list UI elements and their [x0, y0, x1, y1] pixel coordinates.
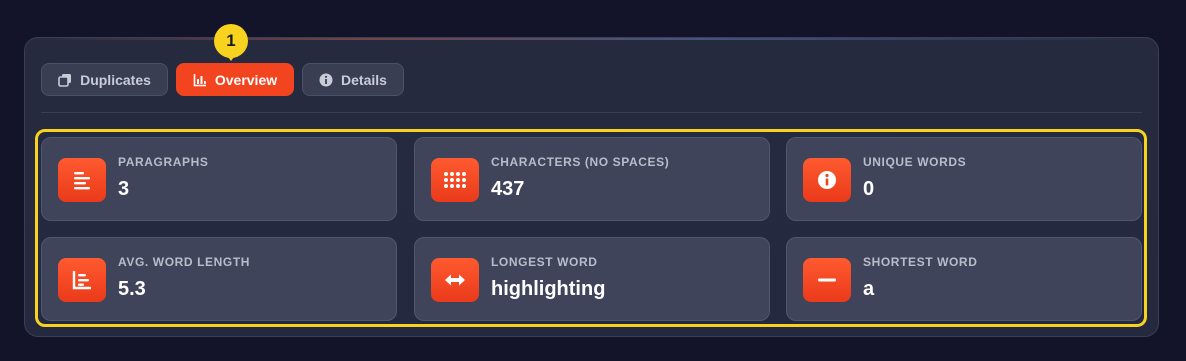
tab-details[interactable]: Details [302, 63, 404, 96]
tab-duplicates[interactable]: Duplicates [41, 63, 168, 96]
tabs-divider [41, 112, 1142, 113]
tab-details-label: Details [341, 71, 387, 88]
tab-overview[interactable]: Overview [176, 63, 294, 96]
tab-overview-label: Overview [214, 71, 278, 88]
panel-top-glow [25, 38, 1158, 40]
highlight-frame [35, 129, 1147, 327]
step-badge-pointer [225, 53, 237, 61]
copy-icon [58, 73, 72, 87]
bar-chart-icon [193, 73, 207, 87]
info-icon [319, 73, 333, 87]
tab-duplicates-label: Duplicates [80, 71, 151, 88]
